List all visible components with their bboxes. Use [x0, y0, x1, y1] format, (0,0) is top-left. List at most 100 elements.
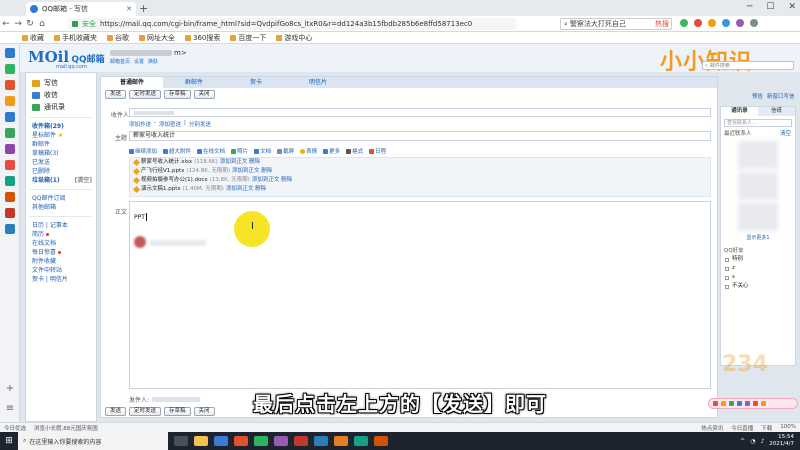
add-attachment-button[interactable]: 继续添加: [129, 147, 157, 155]
photo-button[interactable]: 照片: [231, 147, 248, 155]
reload-icon[interactable]: ↻: [24, 19, 36, 29]
bookmark-item[interactable]: 谷歌: [107, 33, 129, 43]
qq-friends-header[interactable]: QQ好友: [721, 247, 795, 255]
online-doc-button[interactable]: 在线文档: [197, 147, 225, 155]
url-bar[interactable]: 安全 https://mail.qq.com/cgi-bin/frame_htm…: [68, 18, 516, 30]
home-icon[interactable]: ⌂: [36, 19, 48, 29]
qq-group-item[interactable]: 特别: [721, 255, 795, 264]
emoji-button[interactable]: 表情: [300, 147, 317, 155]
folder-drafts[interactable]: 草稿箱(3): [26, 149, 96, 158]
zoom-level[interactable]: 100%: [780, 424, 796, 432]
empty-spam-link[interactable]: [清空]: [75, 176, 93, 185]
separate-send-link[interactable]: 分别发送: [189, 120, 211, 128]
browser-search-input[interactable]: ⌕ 警察法大打死自己 热搜: [560, 18, 672, 30]
app-icon[interactable]: [274, 436, 288, 446]
qq-group-item[interactable]: s: [721, 273, 795, 282]
menu-icon[interactable]: [750, 19, 758, 27]
app-calendar-notes[interactable]: 日历 | 记事本: [26, 221, 96, 230]
extension-icon[interactable]: [736, 19, 744, 27]
app-icon[interactable]: [234, 436, 248, 446]
attachment-actions[interactable]: 添加到正文 删除: [252, 176, 292, 185]
app-icon[interactable]: [294, 436, 308, 446]
sidebar-app-icon[interactable]: [5, 208, 15, 218]
more-button[interactable]: 更多: [323, 147, 340, 155]
tab-normal-mail[interactable]: 普通邮件: [101, 77, 163, 88]
folder-group[interactable]: 群邮件: [26, 140, 96, 149]
screenshot-button[interactable]: 截屏: [277, 147, 294, 155]
sidebar-app-icon[interactable]: [5, 64, 15, 74]
attachment-actions[interactable]: 添加到正文 删除: [220, 158, 260, 167]
show-more-link[interactable]: 显示更多1: [721, 234, 795, 241]
app-daily-surprise[interactable]: 每日惊喜: [26, 248, 96, 257]
scheduled-send-button[interactable]: 定时发送: [129, 90, 162, 99]
folder-sent[interactable]: 已发送: [26, 158, 96, 167]
volume-icon[interactable]: ♪: [760, 438, 764, 445]
app-attachment-favorites[interactable]: 附件收藏: [26, 257, 96, 266]
new-tab-button[interactable]: +: [139, 2, 148, 15]
bookmark-item[interactable]: 网址大全: [139, 33, 175, 43]
folder-inbox[interactable]: 收件箱(29): [26, 122, 96, 131]
back-icon[interactable]: ←: [0, 19, 12, 29]
subject-input[interactable]: 薪家号收入统计: [129, 131, 711, 141]
tab-postcard[interactable]: 明信片: [287, 77, 349, 88]
attachment-actions[interactable]: 添加到正文 删除: [226, 185, 266, 194]
folder-subscriptions[interactable]: QQ邮件订阅: [26, 194, 96, 203]
forward-icon[interactable]: →: [12, 19, 24, 29]
network-icon[interactable]: ◔: [750, 438, 755, 445]
bookmark-item[interactable]: 百度一下: [230, 33, 266, 43]
file-explorer-icon[interactable]: [194, 436, 208, 446]
sidebar-app-icon[interactable]: [5, 176, 15, 186]
tab-greeting-card[interactable]: 贺卡: [225, 77, 287, 88]
home-link[interactable]: 邮箱首页: [110, 58, 130, 65]
bookmark-item[interactable]: 游戏中心: [276, 33, 312, 43]
tab-address-book[interactable]: 通讯录: [721, 107, 758, 116]
folder-starred[interactable]: 星标邮件 ★: [26, 131, 96, 140]
settings-link[interactable]: 设置: [134, 58, 144, 65]
send-button[interactable]: 发送: [105, 90, 127, 99]
extension-icon[interactable]: [680, 19, 688, 27]
attachment-actions[interactable]: 添加到正文 删除: [232, 167, 272, 176]
sidebar-app-icon[interactable]: [5, 80, 15, 90]
new-window-link[interactable]: 新窗口写信: [767, 92, 795, 100]
app-icon[interactable]: [334, 436, 348, 446]
sidebar-app-icon[interactable]: [5, 96, 15, 106]
app-file-transfer[interactable]: 文件中转站: [26, 266, 96, 275]
task-view-icon[interactable]: [174, 436, 188, 446]
status-right-item[interactable]: 下载: [761, 424, 772, 432]
app-cards-postcards[interactable]: 贺卡 | 明信片: [26, 275, 96, 284]
status-right-item[interactable]: 今日直播: [731, 424, 753, 432]
extension-icon[interactable]: [722, 19, 730, 27]
sidebar-app-icon[interactable]: [5, 112, 15, 122]
qq-group-item[interactable]: 不关心: [721, 282, 795, 291]
sidebar-app-icon[interactable]: [5, 48, 15, 58]
maximize-icon[interactable]: ☐: [766, 2, 774, 12]
clear-recent-link[interactable]: 清空: [780, 130, 791, 138]
mail-search-input[interactable]: ⌕ 邮件搜索: [702, 61, 794, 70]
qq-group-item[interactable]: z: [721, 264, 795, 273]
app-online-docs[interactable]: 在线文档: [26, 239, 96, 248]
extension-icon[interactable]: [708, 19, 716, 27]
add-bcc-link[interactable]: 添加密送: [159, 120, 181, 128]
preview-link[interactable]: 预告: [752, 92, 763, 100]
extension-icon[interactable]: [694, 19, 702, 27]
tab-close-icon[interactable]: ✕: [126, 5, 132, 13]
contact-search-input[interactable]: 查找联系人...: [724, 119, 792, 127]
clock[interactable]: 15:54 2021/4/7: [769, 434, 794, 448]
skin-link[interactable]: 换肤: [148, 58, 158, 65]
schedule-button[interactable]: 日程: [369, 147, 386, 155]
sidebar-app-icon[interactable]: [5, 192, 15, 202]
app-resume[interactable]: 简历: [26, 230, 96, 239]
app-icon[interactable]: [314, 436, 328, 446]
folder-other-mailboxes[interactable]: 其他邮箱: [26, 203, 96, 212]
large-attachment-button[interactable]: 超大附件: [163, 147, 191, 155]
browser-app-icon[interactable]: [214, 436, 228, 446]
app-icon[interactable]: [374, 436, 388, 446]
body-editor[interactable]: PPT I: [129, 201, 711, 389]
add-cc-link[interactable]: 添加抄送: [129, 120, 151, 128]
sidebar-app-icon[interactable]: [5, 160, 15, 170]
recipient-input[interactable]: [129, 108, 711, 117]
browser-tab[interactable]: QQ邮箱 - 写信 ✕: [26, 2, 136, 16]
tab-group-mail[interactable]: 群邮件: [163, 77, 225, 88]
status-right-item[interactable]: 热点资讯: [701, 424, 723, 432]
app-icon[interactable]: [254, 436, 268, 446]
